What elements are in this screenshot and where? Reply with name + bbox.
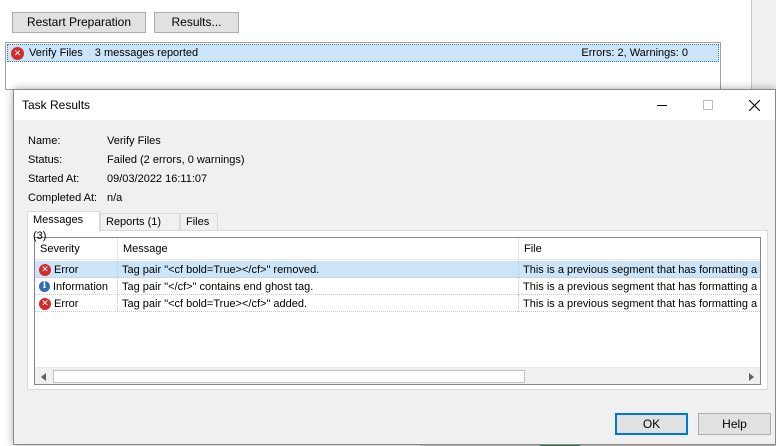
close-button[interactable] (731, 90, 776, 120)
name-value: Verify Files (107, 135, 161, 147)
scroll-right-button[interactable] (743, 368, 760, 384)
chevron-right-icon (749, 372, 754, 381)
task-list: ✕ Verify Files 3 messages reported Error… (5, 42, 721, 90)
severity-text: Error (54, 297, 79, 310)
horizontal-scrollbar[interactable] (35, 367, 760, 384)
scroll-left-button[interactable] (35, 368, 52, 384)
message-text: Tag pair "</cf>" contains end ghost tag. (122, 280, 314, 293)
dialog-title: Task Results (22, 98, 91, 112)
table-row[interactable]: i Information Tag pair "</cf>" contains … (35, 278, 760, 295)
file-text: This is a previous segment that has form… (523, 263, 758, 276)
ok-button[interactable]: OK (615, 413, 688, 435)
error-icon: ✕ (39, 263, 51, 276)
tab-messages[interactable]: Messages (3) (27, 211, 100, 242)
file-text: This is a previous segment that has form… (523, 280, 758, 293)
messages-grid: Severity Message File ✕ Error Tag pair "… (34, 237, 761, 385)
file-text: This is a previous segment that has form… (523, 297, 758, 310)
restart-preparation-button[interactable]: Restart Preparation (12, 12, 146, 33)
maximize-button[interactable] (685, 90, 731, 120)
error-icon: ✕ (39, 297, 51, 310)
column-header-message[interactable]: Message (118, 238, 519, 260)
table-row[interactable]: ✕ Error Tag pair "<cf bold=True></cf>" a… (35, 295, 760, 312)
minimize-button[interactable] (639, 90, 685, 120)
severity-text: Error (54, 263, 79, 276)
tab-files[interactable]: Files (180, 213, 218, 231)
grid-header: Severity Message File (35, 238, 760, 260)
task-summary: Errors: 2, Warnings: 0 (581, 47, 688, 59)
task-name: Verify Files (29, 47, 83, 59)
completed-at-label: Completed At: (28, 192, 98, 204)
chevron-left-icon (41, 372, 46, 381)
task-results-dialog: Task Results Name: Verify Files Status: … (13, 89, 776, 445)
task-row-verify-files[interactable]: ✕ Verify Files 3 messages reported Error… (7, 44, 719, 62)
task-message-count: 3 messages reported (94, 47, 199, 59)
table-row[interactable]: ✕ Error Tag pair "<cf bold=True></cf>" r… (35, 261, 760, 278)
dialog-titlebar[interactable]: Task Results (14, 90, 775, 120)
started-at-value: 09/03/2022 16:11:07 (107, 173, 208, 185)
messages-panel: Severity Message File ✕ Error Tag pair "… (27, 230, 768, 390)
maximize-icon (703, 100, 713, 110)
severity-text: Information (53, 280, 109, 293)
column-header-file[interactable]: File (519, 238, 760, 260)
name-label: Name: (28, 135, 61, 147)
message-text: Tag pair "<cf bold=True></cf>" removed. (122, 263, 320, 276)
status-label: Status: (28, 154, 63, 166)
error-icon: ✕ (11, 46, 24, 60)
started-at-label: Started At: (28, 173, 80, 185)
info-icon: i (39, 281, 50, 292)
tab-reports[interactable]: Reports (1) (100, 213, 180, 231)
completed-at-value: n/a (107, 192, 123, 204)
scrollbar-thumb[interactable] (53, 370, 525, 383)
help-button[interactable]: Help (698, 413, 771, 435)
close-icon (748, 99, 760, 111)
status-value: Failed (2 errors, 0 warnings) (107, 154, 245, 166)
minimize-icon (657, 105, 667, 106)
message-text: Tag pair "<cf bold=True></cf>" added. (122, 297, 308, 310)
column-header-severity[interactable]: Severity (35, 238, 118, 260)
results-button[interactable]: Results... (154, 12, 239, 33)
